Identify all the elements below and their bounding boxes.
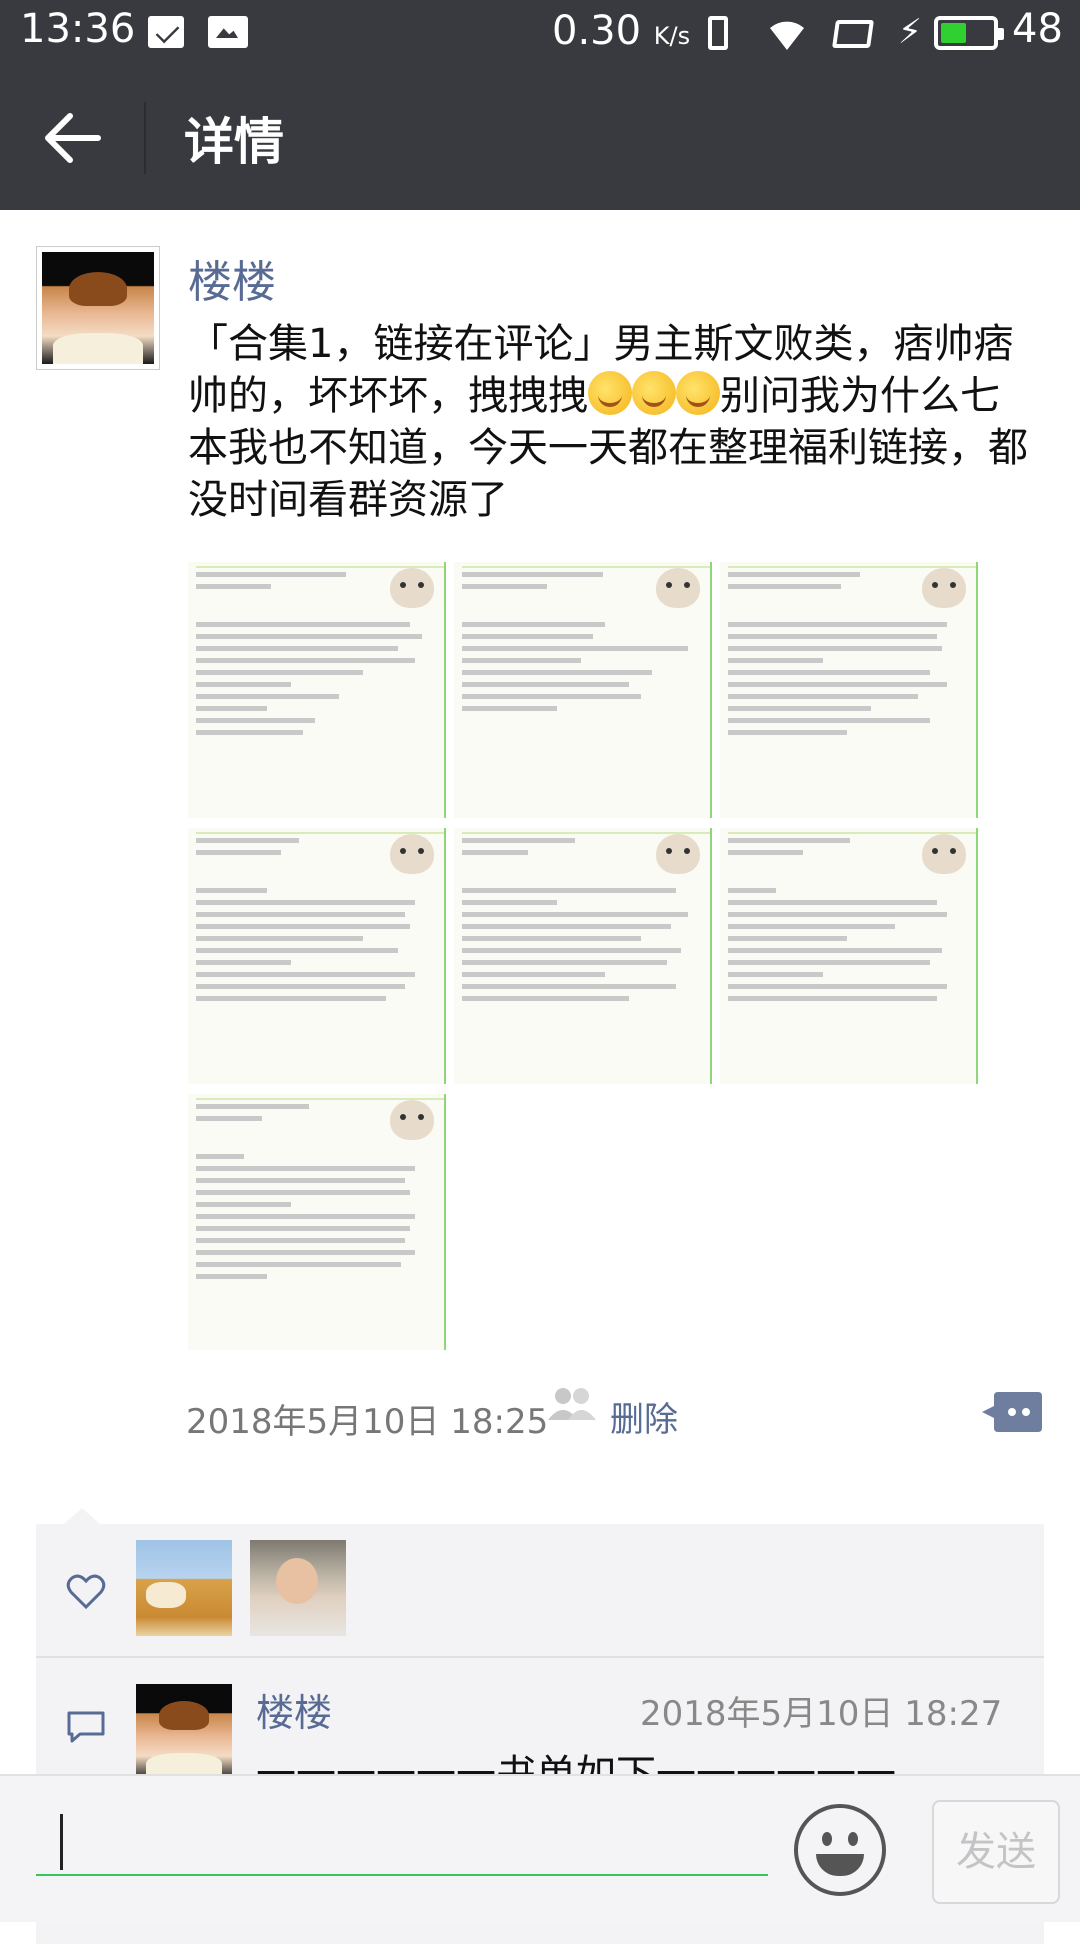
wifi-icon bbox=[770, 21, 804, 50]
laughing-emoji-icon bbox=[632, 371, 676, 415]
heart-icon bbox=[66, 1574, 106, 1610]
title-divider bbox=[144, 102, 146, 174]
comment-icon bbox=[67, 1711, 105, 1743]
screen-icon bbox=[832, 20, 874, 48]
page-title: 详情 bbox=[184, 113, 284, 171]
status-bar: 13:36 0.30 K/s ⚡ 48 bbox=[0, 0, 1080, 66]
post-image[interactable] bbox=[454, 828, 712, 1084]
liker-avatar[interactable] bbox=[136, 1540, 232, 1636]
text-caret bbox=[60, 1814, 63, 1870]
hamster-icon bbox=[390, 1100, 434, 1140]
hamster-icon bbox=[390, 834, 434, 874]
post-image[interactable] bbox=[188, 1094, 446, 1350]
laughing-emoji-icon bbox=[588, 371, 632, 415]
status-time: 13:36 bbox=[20, 6, 136, 52]
post-image[interactable] bbox=[720, 828, 978, 1084]
panel-arrow bbox=[64, 1508, 100, 1524]
comment-input[interactable] bbox=[36, 1814, 768, 1876]
poster-name[interactable]: 楼楼 bbox=[188, 246, 276, 310]
image-notification-icon bbox=[208, 16, 248, 48]
battery-fill bbox=[941, 23, 966, 43]
back-arrow-icon[interactable] bbox=[40, 106, 104, 170]
battery-icon bbox=[934, 16, 1004, 50]
mail-notification-icon bbox=[148, 16, 184, 48]
delete-link[interactable]: 删除 bbox=[610, 1392, 678, 1441]
comment-input-bar: 发送 bbox=[0, 1774, 1080, 1922]
post-image[interactable] bbox=[188, 562, 446, 818]
hamster-icon bbox=[922, 568, 966, 608]
commenter-avatar[interactable] bbox=[136, 1684, 232, 1780]
emoji-icon[interactable] bbox=[794, 1804, 886, 1896]
poster-avatar[interactable] bbox=[36, 246, 160, 370]
send-button[interactable]: 发送 bbox=[932, 1800, 1060, 1904]
post-image-grid bbox=[188, 562, 978, 1350]
title-bar: 详情 bbox=[0, 66, 1080, 210]
vibrate-icon bbox=[708, 16, 728, 50]
commenter-name[interactable]: 楼楼 bbox=[256, 1682, 332, 1737]
network-speed: 0.30 K/s bbox=[552, 8, 690, 54]
laughing-emoji-icon bbox=[676, 371, 720, 415]
post-text: 「合集1，链接在评论」男主斯文败类，痞帅痞帅的，坏坏坏，拽拽拽 别问我为什么七本我… bbox=[188, 318, 1034, 526]
visibility-people-icon[interactable] bbox=[548, 1386, 596, 1422]
post-image[interactable] bbox=[454, 562, 712, 818]
network-speed-value: 0.30 bbox=[552, 8, 642, 54]
comment-options-icon[interactable] bbox=[980, 1388, 1042, 1436]
post-image[interactable] bbox=[720, 562, 978, 818]
post-timestamp: 2018年5月10日 18:25 bbox=[186, 1402, 549, 1442]
poster-avatar-image bbox=[42, 252, 154, 364]
hamster-icon bbox=[656, 834, 700, 874]
hamster-icon bbox=[922, 834, 966, 874]
post-image[interactable] bbox=[188, 828, 446, 1084]
charging-icon: ⚡ bbox=[898, 12, 922, 52]
panel-divider bbox=[36, 1656, 1044, 1658]
battery-level: 48 bbox=[1012, 6, 1063, 52]
network-speed-unit: K/s bbox=[653, 22, 691, 50]
hamster-icon bbox=[656, 568, 700, 608]
liker-avatar[interactable] bbox=[250, 1540, 346, 1636]
comment-timestamp: 2018年5月10日 18:27 bbox=[640, 1694, 1003, 1734]
hamster-icon bbox=[390, 568, 434, 608]
